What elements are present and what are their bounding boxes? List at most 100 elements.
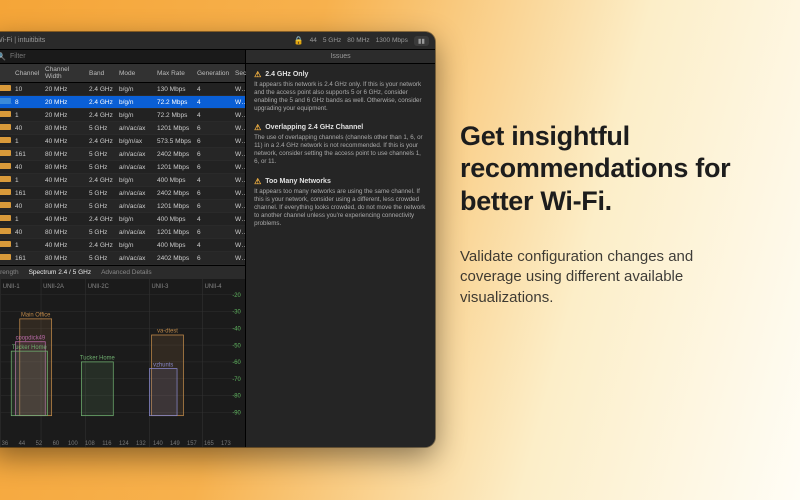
- svg-text:UNII-4: UNII-4: [205, 284, 223, 290]
- table-row[interactable]: 4080 MHz5 GHza/n/ac/ax1201 Mbps6WPA2/WPA…: [0, 200, 245, 213]
- titlebar[interactable]: Wi-Fi | intuitibits 🔒 44 5 GHz 80 MHz 13…: [0, 32, 435, 50]
- svg-text:132: 132: [136, 441, 146, 447]
- filter-bar[interactable]: 🔍 Filter: [0, 50, 245, 64]
- table-row[interactable]: 1020 MHz2.4 GHzb/g/n130 Mbps4WPA/WPA2 (: [0, 83, 245, 96]
- svg-text:124: 124: [119, 441, 129, 447]
- col-header[interactable]: Generation: [194, 64, 232, 83]
- svg-text:108: 108: [85, 441, 95, 447]
- svg-text:165: 165: [204, 441, 214, 447]
- warning-icon: ⚠: [254, 177, 261, 186]
- signal-bar-icon: [0, 161, 12, 174]
- filter-placeholder: Filter: [10, 53, 26, 60]
- table-row[interactable]: 140 MHz2.4 GHzb/g/n400 Mbps4WPA2/WPA3: [0, 239, 245, 252]
- warning-icon: ⚠: [254, 70, 261, 79]
- issues-header: Issues: [246, 50, 435, 64]
- issue-title: 2.4 GHz Only: [265, 71, 308, 78]
- window-title: Wi-Fi | intuitibits: [0, 37, 45, 44]
- search-icon: 🔍: [0, 52, 6, 61]
- signal-bar-icon: [0, 109, 12, 122]
- table-row[interactable]: 16180 MHz5 GHza/n/ac/ax2402 Mbps6WPA2/WP…: [0, 252, 245, 265]
- svg-text:-70: -70: [232, 377, 241, 383]
- tab-advanced[interactable]: Advanced Details: [101, 269, 152, 276]
- svg-text:44: 44: [19, 441, 26, 447]
- marketing-headline: Get insightful recommendations for bette…: [460, 120, 740, 217]
- signal-bar-icon: [0, 174, 12, 187]
- marketing-panel: Get insightful recommendations for bette…: [460, 120, 740, 308]
- col-header[interactable]: Channel: [12, 64, 42, 83]
- marketing-subhead: Validate configuration changes and cover…: [460, 247, 740, 308]
- svg-text:116: 116: [102, 441, 112, 447]
- svg-text:-80: -80: [232, 394, 241, 400]
- svg-text:36: 36: [2, 441, 9, 447]
- signal-bar-icon: [0, 83, 12, 96]
- status-channel: 44: [310, 37, 317, 44]
- table-row[interactable]: 820 MHz2.4 GHzb/g/n72.2 Mbps4WPA2 (PSK): [0, 96, 245, 109]
- table-row[interactable]: 16180 MHz5 GHza/n/ac/ax2402 Mbps6WPA2/WP…: [0, 187, 245, 200]
- table-row[interactable]: 140 MHz2.4 GHzb/g/n400 Mbps4WPA2/WPA3: [0, 213, 245, 226]
- signal-bar-icon: [0, 96, 12, 109]
- svg-text:UNII-3: UNII-3: [152, 284, 170, 290]
- col-header[interactable]: Max Rate: [154, 64, 194, 83]
- signal-bar-icon: [0, 239, 12, 252]
- issue-title: Too Many Networks: [265, 178, 331, 185]
- svg-text:157: 157: [187, 441, 197, 447]
- status-rate: 1300 Mbps: [376, 37, 408, 44]
- svg-text:140: 140: [153, 441, 163, 447]
- svg-text:coopdick49: coopdick49: [16, 335, 46, 341]
- issues-pane: Issues ⚠2.4 GHz OnlyIt appears this netw…: [246, 50, 435, 447]
- col-header[interactable]: Band: [86, 64, 116, 83]
- svg-text:Tucker Home: Tucker Home: [12, 345, 47, 351]
- svg-text:-60: -60: [232, 360, 241, 366]
- col-header[interactable]: Channel Width: [42, 64, 86, 83]
- networks-table[interactable]: ChannelChannel WidthBandModeMax RateGene…: [0, 64, 245, 265]
- tab-spectrum[interactable]: Spectrum 2.4 / 5 GHz: [29, 269, 92, 276]
- status-width: 80 MHz: [347, 37, 369, 44]
- left-pane: 🔍 Filter ChannelChannel WidthBandModeMax…: [0, 50, 246, 447]
- svg-text:UNII-2A: UNII-2A: [43, 284, 64, 290]
- detail-tabs[interactable]: Strength Spectrum 2.4 / 5 GHz Advanced D…: [0, 265, 245, 279]
- svg-text:vzhunts: vzhunts: [153, 362, 173, 368]
- svg-text:-90: -90: [232, 410, 241, 416]
- app-window: Wi-Fi | intuitibits 🔒 44 5 GHz 80 MHz 13…: [0, 32, 435, 447]
- svg-text:UNII-2C: UNII-2C: [88, 284, 110, 290]
- svg-text:173: 173: [221, 441, 231, 447]
- signal-bar-icon: [0, 213, 12, 226]
- table-row[interactable]: 4080 MHz5 GHza/n/ac/ax1201 Mbps6WPA2/WPA…: [0, 226, 245, 239]
- col-header[interactable]: [0, 64, 12, 83]
- spectrum-chart[interactable]: UNII-1UNII-2AUNII-2CUNII-3UNII-4-20-30-4…: [0, 279, 245, 447]
- warning-icon: ⚠: [254, 123, 261, 132]
- table-row[interactable]: 140 MHz2.4 GHzb/g/n400 Mbps4WPA2/WPA3: [0, 174, 245, 187]
- svg-text:Main Office: Main Office: [21, 313, 51, 319]
- issue-item[interactable]: ⚠2.4 GHz OnlyIt appears this network is …: [254, 70, 427, 113]
- svg-text:149: 149: [170, 441, 180, 447]
- signal-bar-icon: [0, 200, 12, 213]
- svg-text:-20: -20: [232, 293, 241, 299]
- issues-list: ⚠2.4 GHz OnlyIt appears this network is …: [246, 64, 435, 447]
- lock-icon: 🔒: [294, 36, 304, 45]
- svg-text:-40: -40: [232, 326, 241, 332]
- table-row[interactable]: 4080 MHz5 GHza/n/ac/ax1201 Mbps6WPA2 (SA…: [0, 122, 245, 135]
- svg-text:-30: -30: [232, 310, 241, 316]
- svg-text:60: 60: [53, 441, 60, 447]
- table-row[interactable]: 120 MHz2.4 GHzb/g/n72.2 Mbps4WPA2 (PSK): [0, 109, 245, 122]
- col-header[interactable]: Security: [232, 64, 245, 83]
- table-row[interactable]: 16180 MHz5 GHza/n/ac/ax2402 Mbps6WPA2 (S…: [0, 148, 245, 161]
- issue-title: Overlapping 2.4 GHz Channel: [265, 124, 363, 131]
- col-header[interactable]: Mode: [116, 64, 154, 83]
- svg-text:Tucker Home: Tucker Home: [80, 356, 115, 362]
- issue-item[interactable]: ⚠ Too Many Networks It appears too many ne…: [254, 177, 427, 228]
- issue-item[interactable]: ⚠Overlapping 2.4 GHz ChannelThe use of o…: [254, 123, 427, 166]
- titlebar-status: 🔒 44 5 GHz 80 MHz 1300 Mbps ▮▮: [294, 36, 429, 46]
- svg-text:52: 52: [36, 441, 43, 447]
- svg-text:-50: -50: [232, 343, 241, 349]
- pause-icon[interactable]: ▮▮: [414, 36, 429, 46]
- issue-body: It appears too many networks are using t…: [254, 188, 427, 228]
- table-row[interactable]: 140 MHz2.4 GHzb/g/n/ax573.5 Mbps6WPA2 (S…: [0, 135, 245, 148]
- tab-strength[interactable]: Strength: [0, 269, 19, 276]
- svg-text:va-dtest: va-dtest: [157, 329, 178, 335]
- signal-bar-icon: [0, 226, 12, 239]
- table-row[interactable]: 4080 MHz5 GHza/n/ac/ax1201 Mbps6WPA2/WPA…: [0, 161, 245, 174]
- signal-bar-icon: [0, 187, 12, 200]
- status-band: 5 GHz: [323, 37, 341, 44]
- svg-text:100: 100: [68, 441, 78, 447]
